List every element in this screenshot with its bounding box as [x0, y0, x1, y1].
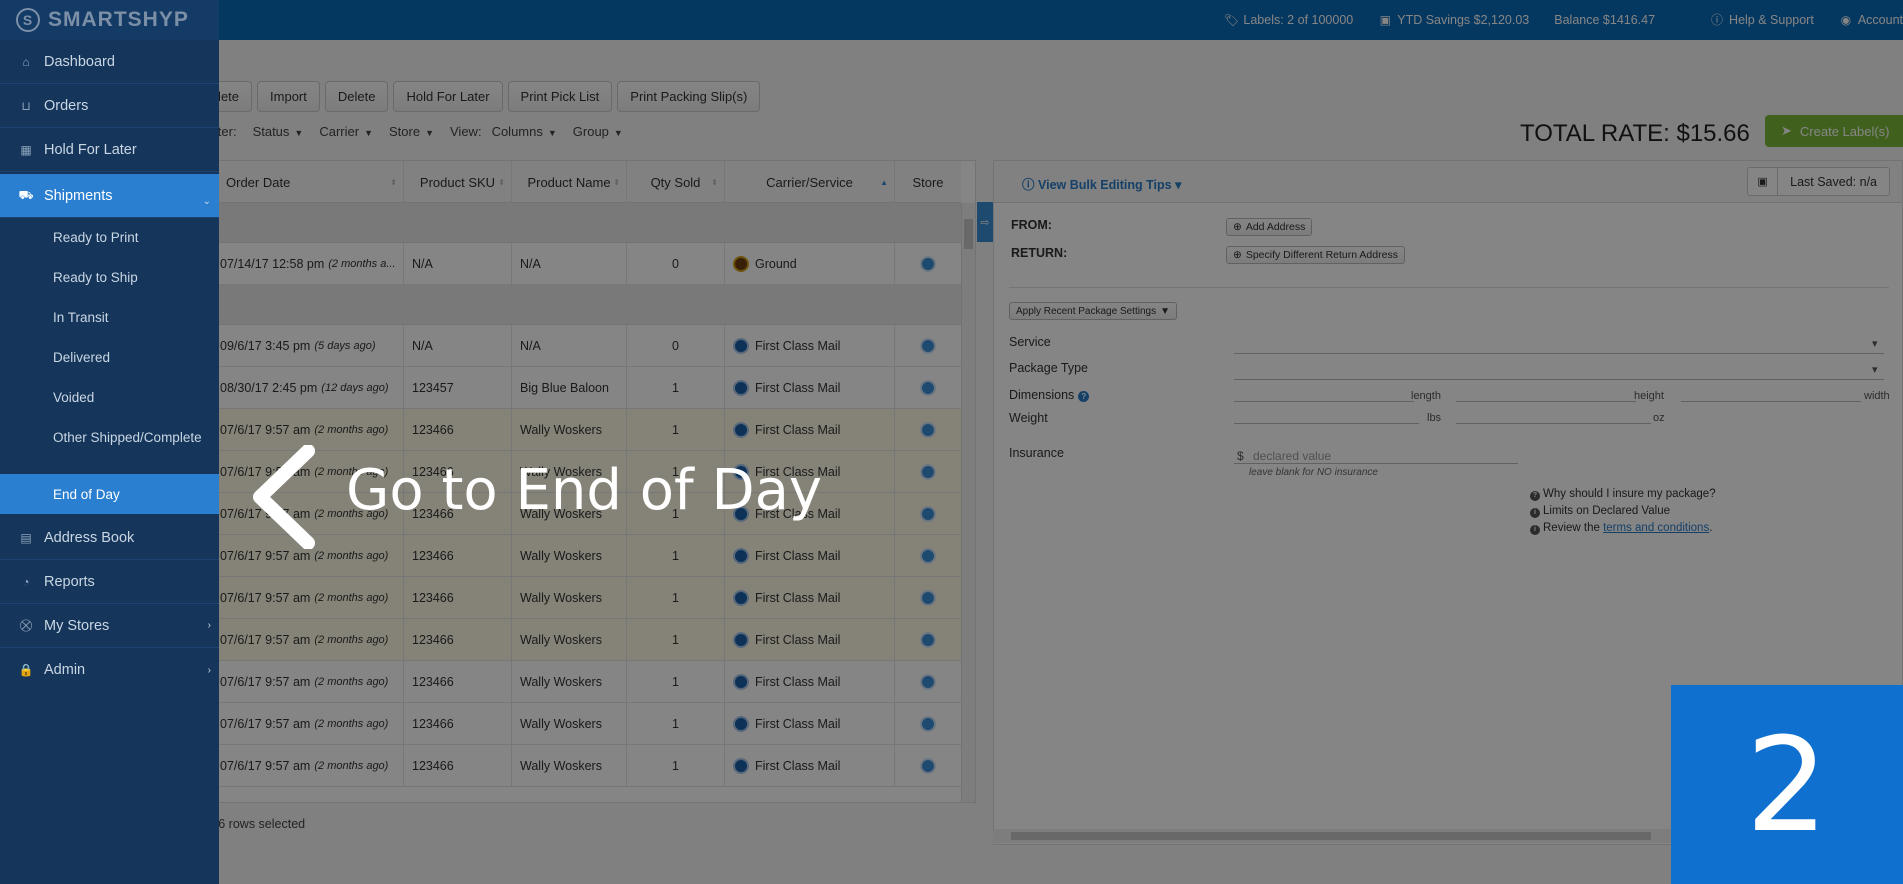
sidebar-item-reports[interactable]: ◔ Reports [0, 560, 219, 604]
sidebar-item-orders[interactable]: ⊔ Orders [0, 84, 219, 128]
sidebar-subitem-ready-to-ship[interactable]: Ready to Ship [0, 257, 219, 297]
chevron-down-icon: ⌄ [202, 196, 211, 207]
truck-icon: ⛟ [18, 187, 34, 202]
logo-icon: S [16, 8, 40, 32]
sidebar-subitem-in-transit[interactable]: In Transit [0, 297, 219, 337]
tutorial-arrow-icon [253, 445, 315, 549]
cart-icon: ⛒ [19, 618, 33, 632]
chevron-right-icon: › [207, 664, 211, 676]
sidebar-subitem-voided[interactable]: Voided [0, 377, 219, 417]
sidebar-item-my-stores[interactable]: ⛒ My Stores › [0, 604, 219, 648]
tutorial-instruction: Go to End of Day [346, 458, 823, 523]
sidebar-item-shipments[interactable]: ⛟ Shipments ⌄ [0, 174, 219, 218]
contacts-icon: ▤ [20, 530, 32, 545]
calendar-icon: ▦ [20, 142, 32, 157]
chevron-right-icon: › [207, 620, 211, 631]
basket-icon: ⊔ [21, 98, 31, 113]
pie-chart-icon: ◔ [22, 574, 30, 589]
sidebar-subitem-end-of-day[interactable]: End of Day [0, 474, 219, 514]
tutorial-step-number: 2 [1671, 685, 1903, 884]
sidebar-item-address-book[interactable]: ▤ Address Book [0, 516, 219, 560]
sidebar-item-admin[interactable]: 🔒 Admin › [0, 648, 219, 692]
sidebar-subitem-delivered[interactable]: Delivered [0, 337, 219, 377]
lock-icon: 🔒 [18, 663, 34, 677]
tutorial-overlay [0, 0, 1903, 884]
home-icon: ⌂ [22, 54, 30, 69]
sidebar-subitem-other-shipped[interactable]: Other Shipped/Complete [0, 417, 219, 457]
sidebar-item-dashboard[interactable]: ⌂ Dashboard [0, 40, 219, 84]
sidebar-subitem-ready-to-print[interactable]: Ready to Print [0, 217, 219, 257]
sidebar-item-hold-for-later[interactable]: ▦ Hold For Later [0, 128, 219, 172]
sidebar: S SMARTSHYP ⌂ Dashboard ⊔ Orders ▦ Hold For… [0, 0, 219, 884]
logo[interactable]: S SMARTSHYP [0, 0, 219, 40]
